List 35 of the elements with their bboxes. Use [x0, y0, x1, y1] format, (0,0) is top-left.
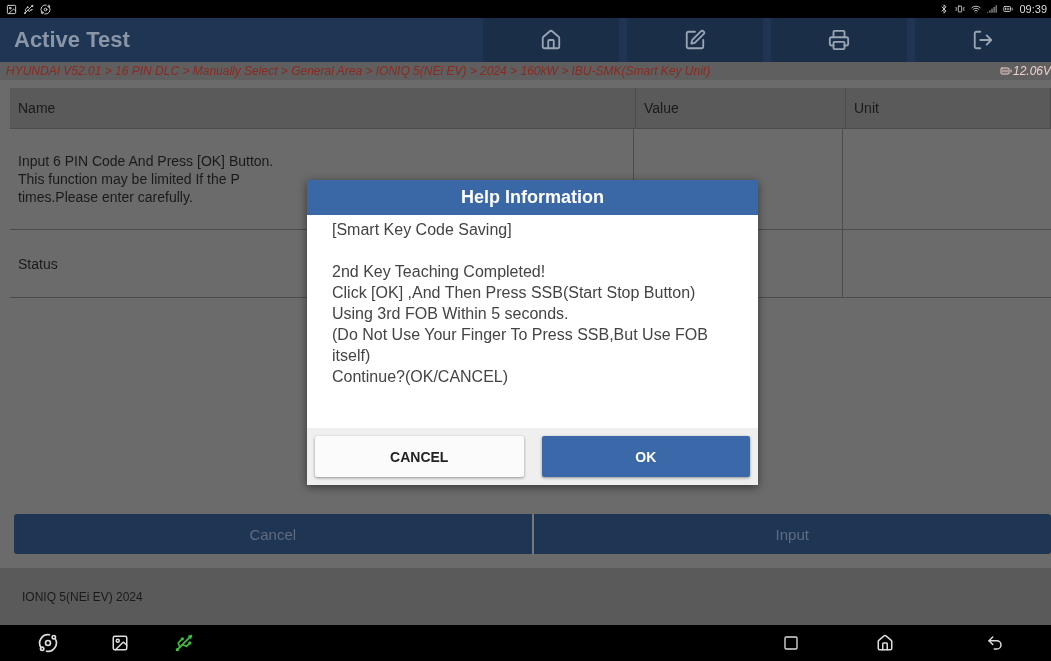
cell-text: Status: [18, 254, 58, 273]
image-icon: [111, 634, 129, 652]
signal-icon: [987, 4, 998, 14]
ok-button[interactable]: OK: [541, 436, 750, 477]
page-title: Active Test: [14, 27, 131, 53]
home-button[interactable]: [483, 18, 619, 62]
column-header: Value: [636, 88, 846, 129]
column-header: Unit: [846, 88, 1051, 129]
edit-button[interactable]: [627, 18, 763, 62]
dialog-title: Help Information: [307, 180, 758, 215]
column-header: Name: [10, 88, 636, 129]
vibrate-icon: [955, 4, 966, 14]
home-icon: [876, 634, 894, 652]
print-button[interactable]: [771, 18, 907, 62]
print-icon: [828, 29, 850, 51]
breadcrumb-path: HYUNDAI V52.01 > 16 PIN DLC > Manually Select > General Area > IONIQ 5(NEi EV) > 2024 > 160kW > IBU-SMK(Smart Key Unit): [6, 64, 711, 78]
wifi-icon: [971, 4, 982, 14]
orbit-icon: [38, 633, 58, 653]
cell-text: Input 6 PIN Code And Press [OK] Button. This function may be limited If the P times.Please enter carefully.: [18, 152, 274, 206]
battery-icon: [999, 65, 1012, 77]
voltage-reading: 12.06V: [999, 64, 1051, 78]
square-icon: [783, 635, 799, 651]
clock-time: 09:39: [1019, 3, 1047, 15]
cancel-button[interactable]: CANCEL: [315, 436, 524, 477]
vehicle-label: IONIQ 5(NEi EV) 2024: [22, 589, 143, 604]
bluetooth-icon: [939, 4, 950, 14]
connector-icon: [174, 633, 194, 653]
usb-icon: [23, 3, 34, 15]
edit-icon: [684, 29, 706, 51]
exit-icon: [972, 29, 994, 51]
back-icon: [986, 634, 1004, 652]
battery-icon: [1003, 4, 1014, 14]
dialog-message: [Smart Key Code Saving] 2nd Key Teaching Completed! Click [OK] ,And Then Press SSB(Start Stop Button) Using 3rd FOB Within 5 seconds. (Do Not Use Your Finger To Press SSB,But Use FOB itself) Continue?(OK/CANCEL): [331, 220, 709, 387]
home-icon: [540, 29, 562, 51]
image-icon: [6, 3, 17, 15]
